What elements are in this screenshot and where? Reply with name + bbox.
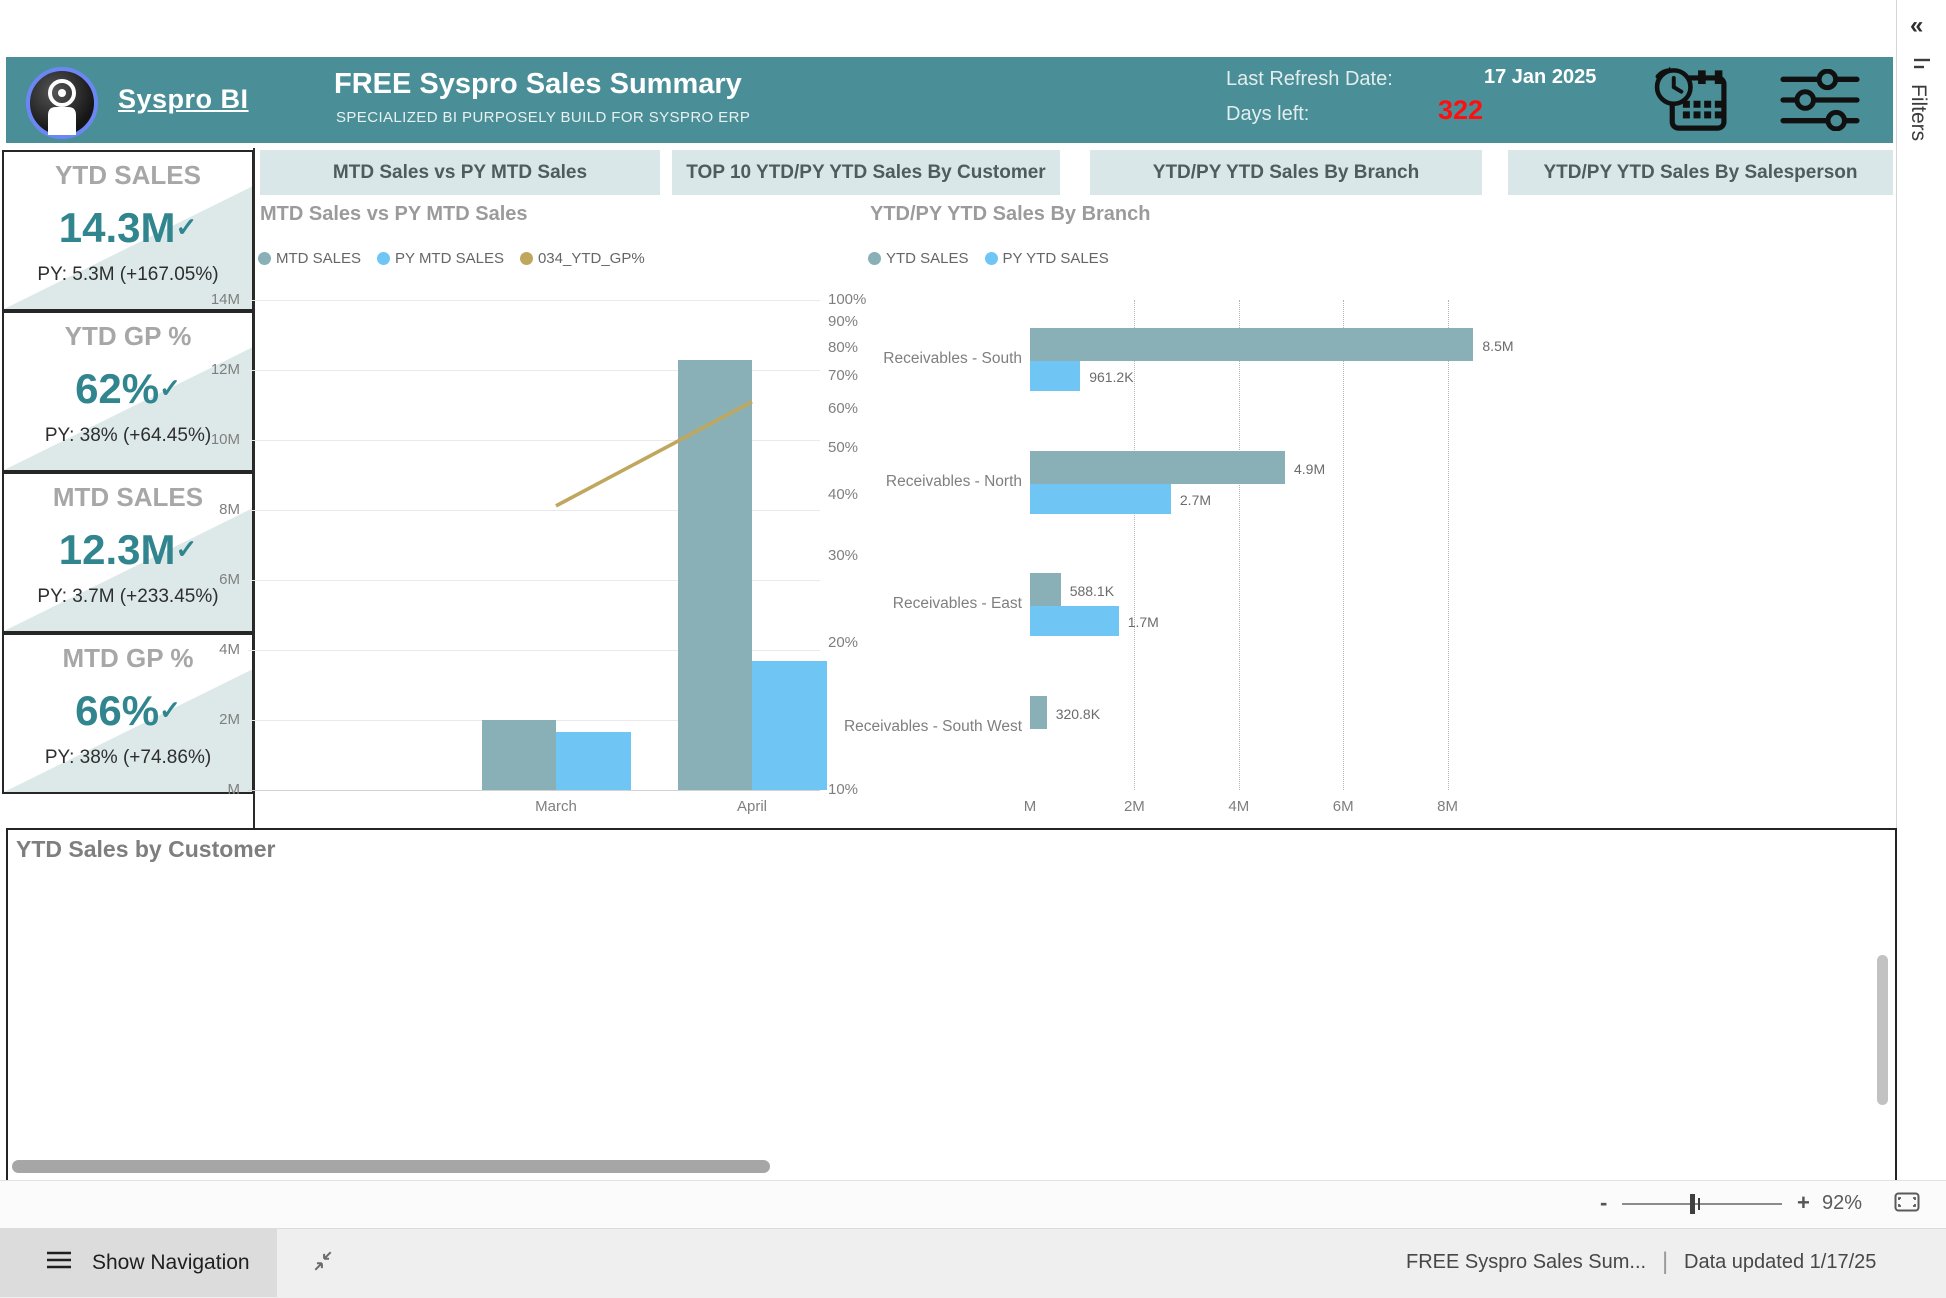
status-divider: |: [1662, 1248, 1668, 1276]
secondary-axis-tick-label: 10%: [828, 781, 858, 798]
y-axis-tick-label: 14M: [190, 291, 240, 308]
bar-value-label: 588.1K: [1070, 583, 1114, 599]
branch-category-label: Receivables - North: [822, 473, 1022, 491]
y-axis-tick-label: 8M: [190, 501, 240, 518]
status-bar: [0, 1228, 1946, 1298]
bar-py-mtd-sales-march[interactable]: [556, 732, 631, 790]
bar-ytd-sales-branch[interactable]: [1030, 451, 1285, 484]
zoom-slider-mark: [1698, 1198, 1700, 1210]
show-navigation-button[interactable]: Show Navigation: [0, 1228, 277, 1297]
bar-value-label: 961.2K: [1089, 369, 1133, 385]
zoom-in-button[interactable]: +: [1797, 1190, 1810, 1216]
x-axis-tick-label: 4M: [1214, 798, 1264, 815]
bar-mtd-sales-april[interactable]: [678, 360, 752, 790]
y-axis-tick-label: M: [190, 781, 240, 798]
report-name-status: FREE Syspro Sales Sum...: [1406, 1251, 1646, 1274]
hamburger-icon: [46, 1250, 72, 1276]
secondary-axis-tick-label: 60%: [828, 400, 858, 417]
x-axis-tick-label: 2M: [1109, 798, 1159, 815]
y-axis-tick-label: 2M: [190, 711, 240, 728]
gridline-dotted: [1239, 300, 1240, 790]
secondary-axis-tick-label: 100%: [828, 291, 866, 308]
bar-value-label: 4.9M: [1294, 461, 1325, 477]
bar-py-ytd-sales-branch[interactable]: [1030, 484, 1171, 514]
show-navigation-label: Show Navigation: [92, 1251, 250, 1275]
gridline-dotted: [1134, 300, 1135, 790]
branch-category-label: Receivables - East: [822, 595, 1022, 613]
bar-py-mtd-sales-april[interactable]: [752, 661, 827, 791]
fit-to-screen-icon[interactable]: [1894, 1192, 1920, 1217]
bar-ytd-sales-branch[interactable]: [1030, 328, 1473, 361]
gridline-dotted: [1343, 300, 1344, 790]
zoom-out-button[interactable]: -: [1600, 1190, 1607, 1216]
branch-category-label: Receivables - South West: [822, 718, 1022, 736]
zoom-slider-track[interactable]: [1622, 1203, 1782, 1205]
bar-ytd-sales-branch[interactable]: [1030, 573, 1061, 606]
bar-ytd-sales-branch[interactable]: [1030, 696, 1047, 729]
bar-py-ytd-sales-branch[interactable]: [1030, 361, 1080, 391]
table-title: YTD Sales by Customer: [16, 836, 275, 863]
gridline: [248, 300, 820, 301]
bar-py-ytd-sales-branch[interactable]: [1030, 606, 1119, 636]
secondary-axis-tick-label: 70%: [828, 367, 858, 384]
x-axis-tick-label: M: [1005, 798, 1055, 815]
branch-category-label: Receivables - South: [822, 350, 1022, 368]
table-panel: [6, 828, 1897, 1184]
y-axis-tick-label: 12M: [190, 361, 240, 378]
y-axis-tick-label: 10M: [190, 431, 240, 448]
gridline: [248, 790, 820, 791]
x-axis-tick-label: 8M: [1423, 798, 1473, 815]
y-axis-tick-label: 6M: [190, 571, 240, 588]
vertical-scrollbar[interactable]: [1877, 955, 1888, 1105]
secondary-axis-tick-label: 90%: [828, 313, 858, 330]
secondary-axis-tick-label: 50%: [828, 439, 858, 456]
secondary-axis-tick-label: 30%: [828, 547, 858, 564]
zoom-percentage: 92%: [1822, 1192, 1862, 1215]
x-axis-tick-label: 6M: [1318, 798, 1368, 815]
x-axis-category-label: March: [506, 798, 606, 815]
x-axis-category-label: April: [702, 798, 802, 815]
collapse-arrows-icon[interactable]: [312, 1250, 334, 1277]
secondary-axis-tick-label: 20%: [828, 634, 858, 651]
bar-mtd-sales-march[interactable]: [482, 720, 556, 790]
horizontal-scrollbar[interactable]: [12, 1160, 770, 1173]
data-updated-status: Data updated 1/17/25: [1684, 1251, 1876, 1274]
bar-value-label: 8.5M: [1482, 338, 1513, 354]
y-axis-tick-label: 4M: [190, 641, 240, 658]
zoom-slider-thumb[interactable]: [1690, 1194, 1695, 1214]
bar-value-label: 1.7M: [1128, 614, 1159, 630]
bar-value-label: 320.8K: [1056, 706, 1100, 722]
gridline-dotted: [1448, 300, 1449, 790]
bar-value-label: 2.7M: [1180, 492, 1211, 508]
